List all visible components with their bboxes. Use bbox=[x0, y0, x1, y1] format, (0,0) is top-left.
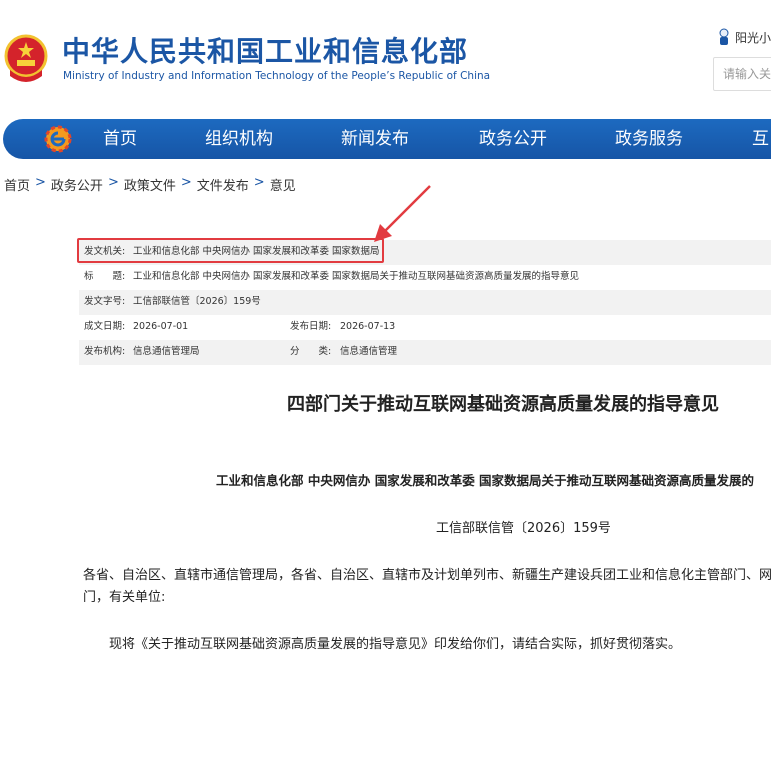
title-value: 工业和信息化部 中央网信办 国家发展和改革委 国家数据局关于推动互联网基础资源高… bbox=[133, 271, 580, 282]
search-input[interactable]: 请输入关 bbox=[713, 57, 771, 91]
breadcrumb: 首页 > 政务公开 > 政策文件 > 文件发布 > 意见 bbox=[4, 175, 296, 194]
info-row-title: 标 题: 工业和信息化部 中央网信办 国家发展和改革委 国家数据局关于推动互联网… bbox=[79, 265, 771, 290]
docno-label: 发文字号: bbox=[84, 296, 126, 307]
site-title-en[interactable]: Ministry of Industry and Information Tec… bbox=[63, 69, 490, 83]
category-label: 分 类: bbox=[290, 346, 332, 357]
info-row-org: 发布机构: 信息通信管理局 分 类: 信息通信管理 bbox=[79, 340, 771, 365]
sunshine-link-label: 阳光小 bbox=[735, 30, 771, 45]
recipients-line-2: 门，有关单位: bbox=[83, 590, 166, 605]
category-value: 信息通信管理 bbox=[340, 346, 398, 357]
org-value: 信息通信管理局 bbox=[133, 346, 200, 357]
issuer-highlight-box bbox=[77, 238, 384, 263]
published-value: 2026-07-13 bbox=[340, 321, 396, 332]
docno-value: 工信部联信管〔2026〕159号 bbox=[133, 296, 261, 307]
breadcrumb-policy-documents[interactable]: 政策文件 bbox=[124, 175, 176, 194]
nav-item-government-affairs[interactable]: 政务公开 bbox=[479, 119, 547, 159]
article-subtitle: 工业和信息化部 中央网信办 国家发展和改革委 国家数据局关于推动互联网基础资源高… bbox=[216, 473, 755, 488]
nav-item-news[interactable]: 新闻发布 bbox=[341, 119, 409, 159]
mascot-icon bbox=[719, 28, 729, 45]
article-doc-number: 工信部联信管〔2026〕159号 bbox=[436, 521, 611, 536]
nav-item-home[interactable]: 首页 bbox=[103, 119, 137, 159]
main-nav: 首页 组织机构 新闻发布 政务公开 政务服务 互 bbox=[3, 119, 771, 159]
created-value: 2026-07-01 bbox=[133, 321, 189, 332]
title-label: 标 题: bbox=[84, 271, 126, 282]
miit-logo-icon bbox=[44, 125, 72, 153]
site-title-cn[interactable]: 中华人民共和国工业和信息化部 bbox=[62, 36, 468, 68]
created-label: 成文日期: bbox=[84, 321, 126, 332]
org-label: 发布机构: bbox=[84, 346, 126, 357]
article-title: 四部门关于推动互联网基础资源高质量发展的指导意见 bbox=[287, 394, 719, 415]
info-row-docno: 发文字号: 工信部联信管〔2026〕159号 bbox=[79, 290, 771, 315]
annotation-arrow-icon bbox=[374, 185, 431, 242]
national-emblem-icon bbox=[4, 34, 48, 82]
breadcrumb-file-release[interactable]: 文件发布 bbox=[197, 175, 249, 194]
published-label: 发布日期: bbox=[290, 321, 332, 332]
breadcrumb-separator: > bbox=[253, 175, 265, 190]
sunshine-link[interactable]: 阳光小 bbox=[717, 28, 771, 46]
breadcrumb-opinion[interactable]: 意见 bbox=[270, 175, 296, 194]
breadcrumb-separator: > bbox=[35, 175, 46, 190]
article-paragraph-recipients: 各省、自治区、直辖市通信管理局，各省、自治区、直辖市及计划单列市、新疆生产建设兵… bbox=[83, 565, 771, 609]
breadcrumb-government-affairs[interactable]: 政务公开 bbox=[51, 175, 103, 194]
nav-item-organization[interactable]: 组织机构 bbox=[205, 119, 273, 159]
info-row-dates: 成文日期: 2026-07-01 发布日期: 2026-07-13 bbox=[79, 315, 771, 340]
nav-item-interaction[interactable]: 互 bbox=[752, 119, 769, 159]
recipients-line-1: 各省、自治区、直辖市通信管理局，各省、自治区、直辖市及计划单列市、新疆生产建设兵… bbox=[83, 568, 771, 583]
article-paragraph-body: 现将《关于推动互联网基础资源高质量发展的指导意见》印发给你们，请结合实际，抓好贯… bbox=[109, 637, 682, 652]
breadcrumb-separator: > bbox=[180, 175, 192, 190]
breadcrumb-separator: > bbox=[107, 175, 119, 190]
nav-item-services[interactable]: 政务服务 bbox=[615, 119, 683, 159]
breadcrumb-home[interactable]: 首页 bbox=[4, 175, 30, 194]
